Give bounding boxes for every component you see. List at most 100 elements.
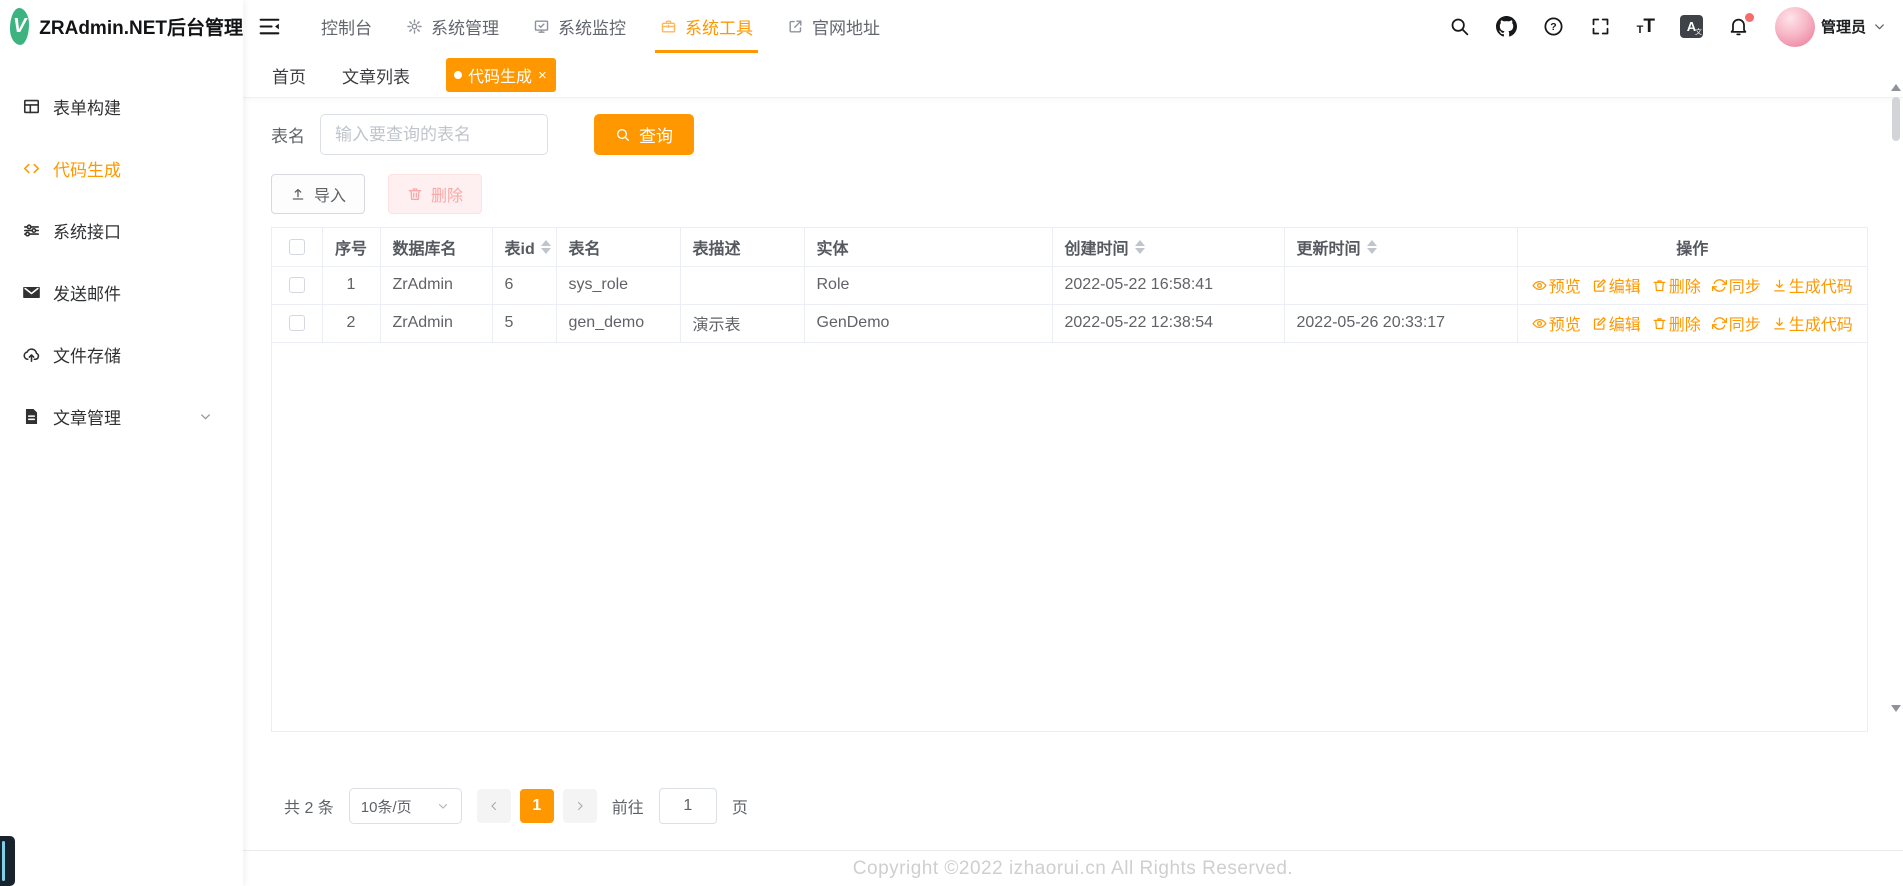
nav-item-system-tools[interactable]: 系统工具 [643, 0, 770, 53]
sliders-icon [23, 223, 40, 237]
external-link-icon [789, 20, 802, 33]
sidebar-item-system-api[interactable]: 系统接口 [0, 199, 243, 261]
download-icon [1773, 317, 1785, 329]
user-menu[interactable]: 管理员 [1774, 6, 1887, 47]
chevron-left-icon [491, 801, 496, 811]
scroll-up-arrow-icon[interactable] [1891, 84, 1901, 91]
preview-link[interactable]: 预览 [1532, 273, 1581, 297]
sidebar: V ZRAdmin.NET后台管理 表单构建 代码生成 系统接口 发送邮件 文件… [0, 0, 243, 886]
sync-icon [1711, 278, 1727, 292]
cell-description: 演示表 [680, 304, 805, 343]
fullscreen-icon[interactable] [1590, 16, 1612, 38]
active-tab-dot-icon [454, 71, 462, 79]
nav-item-dashboard[interactable]: 控制台 [304, 0, 389, 53]
app-logo-row[interactable]: V ZRAdmin.NET后台管理 [0, 0, 243, 53]
sidebar-item-label: 表单构建 [53, 98, 121, 118]
nav-item-system-monitor[interactable]: 系统监控 [516, 0, 643, 53]
cell-table-id: 5 [492, 304, 557, 343]
language-icon[interactable]: A 文 [1679, 15, 1703, 38]
goto-page-input[interactable] [658, 788, 717, 824]
query-button[interactable]: 查询 [594, 114, 694, 155]
copyright-text: Copyright ©2022 izhaorui.cn All Rights R… [852, 857, 1294, 879]
table-row: 1 ZrAdmin 6 sys_role Role 2022-05-22 16:… [272, 266, 1867, 305]
preview-link[interactable]: 预览 [1532, 311, 1581, 335]
sort-caret-icon[interactable] [1366, 239, 1377, 254]
cell-updated: 2022-05-26 20:33:17 [1284, 304, 1518, 343]
scrollbar-thumb[interactable] [1892, 97, 1900, 141]
edit-link[interactable]: 编辑 [1592, 311, 1641, 335]
sidebar-item-article-management[interactable]: 文章管理 [0, 385, 243, 447]
next-page-button[interactable] [562, 789, 597, 823]
column-header-index: 序号 [322, 228, 381, 267]
current-page[interactable]: 1 [519, 789, 554, 823]
hamburger-icon[interactable] [257, 14, 282, 39]
delete-button[interactable]: 删除 [388, 174, 483, 214]
trash-icon [1653, 317, 1666, 329]
floating-handle[interactable] [0, 836, 15, 886]
sync-link[interactable]: 同步 [1711, 273, 1761, 297]
cell-created: 2022-05-22 12:38:54 [1052, 304, 1285, 343]
top-header: 控制台 系统管理 系统监控 系统工具 官网地址 ? T T A 文 管理员 [243, 0, 1903, 53]
edit-icon [1593, 316, 1606, 330]
nav-label: 系统管理 [431, 19, 499, 38]
data-table: 序号 数据库名 表id 表名 表描述 实体 创建时间 更新时间 操作 1 ZrA… [271, 227, 1868, 732]
tab-home[interactable]: 首页 [272, 63, 306, 88]
sidebar-item-form-builder[interactable]: 表单构建 [0, 75, 243, 137]
delete-link[interactable]: 删除 [1652, 311, 1701, 335]
nav-label: 控制台 [321, 19, 372, 38]
nav-item-official-site[interactable]: 官网地址 [770, 0, 897, 53]
row-checkbox[interactable] [288, 314, 305, 331]
sidebar-item-file-storage[interactable]: 文件存储 [0, 323, 243, 385]
page-size-select[interactable]: 10条/页 [348, 788, 462, 824]
select-all-checkbox[interactable] [288, 238, 305, 255]
nav-label: 系统监控 [558, 19, 626, 38]
cell-entity: GenDemo [804, 304, 1053, 343]
avatar[interactable] [1774, 6, 1815, 47]
vertical-scrollbar[interactable] [1890, 84, 1902, 712]
import-button[interactable]: 导入 [271, 174, 366, 214]
prev-page-button[interactable] [476, 789, 511, 823]
sort-caret-icon[interactable] [1134, 239, 1145, 254]
table-name-input[interactable] [320, 114, 548, 155]
column-header-created[interactable]: 创建时间 [1052, 228, 1285, 267]
sidebar-item-send-mail[interactable]: 发送邮件 [0, 261, 243, 323]
scroll-down-arrow-icon[interactable] [1891, 705, 1901, 712]
table-name-label: 表名 [271, 127, 305, 146]
nav-item-system-management[interactable]: 系统管理 [389, 0, 516, 53]
tab-code-generation[interactable]: 代码生成 × [446, 58, 556, 92]
gear-icon [407, 19, 422, 34]
column-header-updated[interactable]: 更新时间 [1284, 228, 1518, 267]
edit-link[interactable]: 编辑 [1592, 273, 1641, 297]
row-checkbox[interactable] [288, 276, 305, 293]
tab-article-list[interactable]: 文章列表 [342, 63, 410, 88]
bell-icon[interactable] [1728, 12, 1754, 38]
font-size-icon[interactable]: TT [1637, 17, 1655, 36]
chevron-down-icon [1875, 24, 1884, 30]
table-header-row: 序号 数据库名 表id 表名 表描述 实体 创建时间 更新时间 操作 [272, 228, 1867, 267]
eye-icon [1532, 318, 1547, 328]
goto-label: 前往 [611, 800, 644, 817]
page-content: 表名 查询 导入 删除 [243, 98, 1903, 850]
github-icon[interactable] [1496, 16, 1518, 38]
search-icon[interactable] [1449, 16, 1471, 38]
toolbox-icon [661, 20, 676, 33]
sidebar-item-label: 代码生成 [53, 160, 121, 180]
delete-link[interactable]: 删除 [1652, 273, 1701, 297]
floating-handle-stripe [2, 841, 5, 881]
column-header-table-id[interactable]: 表id [492, 228, 557, 267]
footer: Copyright ©2022 izhaorui.cn All Rights R… [243, 850, 1903, 886]
cloud-upload-icon [23, 347, 40, 362]
sort-caret-icon[interactable] [540, 239, 551, 254]
sync-link[interactable]: 同步 [1711, 311, 1761, 335]
eye-icon [1532, 280, 1547, 290]
generate-code-link[interactable]: 生成代码 [1772, 273, 1853, 297]
tab-close-icon[interactable]: × [538, 68, 547, 83]
table-row: 2 ZrAdmin 5 gen_demo 演示表 GenDemo 2022-05… [272, 304, 1867, 343]
sidebar-item-code-generation[interactable]: 代码生成 [0, 137, 243, 199]
generate-code-link[interactable]: 生成代码 [1772, 311, 1853, 335]
help-icon[interactable]: ? [1543, 16, 1565, 38]
pagination: 共 2 条 10条/页 1 前往 页 [271, 788, 1868, 824]
cell-table-id: 6 [492, 266, 557, 305]
page-unit-label: 页 [731, 800, 748, 817]
sync-icon [1711, 316, 1727, 330]
